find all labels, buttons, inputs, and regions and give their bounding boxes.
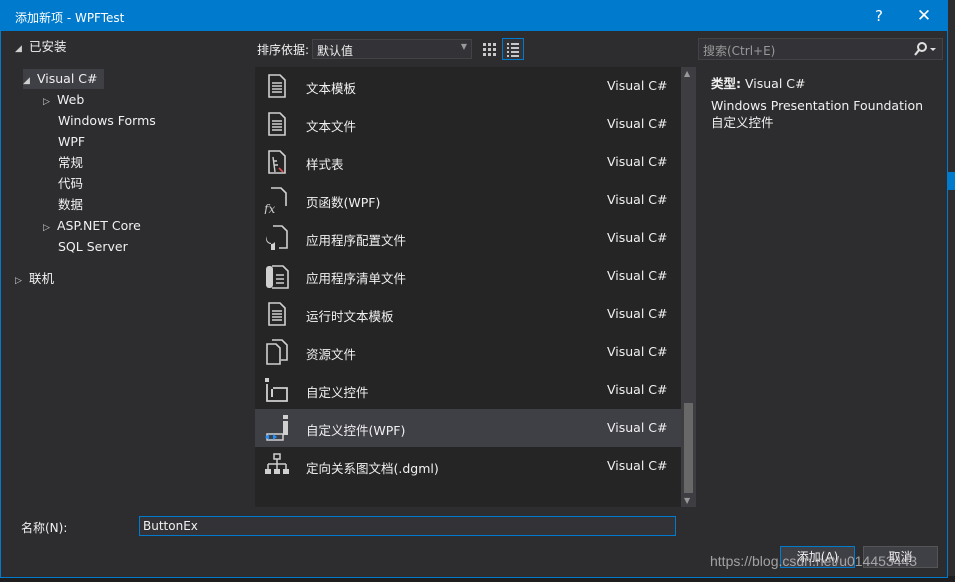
dialog-title: 添加新项 - WPFTest <box>15 11 125 25</box>
page-function-icon: fx <box>263 186 291 216</box>
tree-item-wpf[interactable]: WPF <box>58 132 85 152</box>
resource-file-icon <box>263 338 291 366</box>
details-pane: 类型: Visual C# Windows Presentation Found… <box>703 67 943 507</box>
tree-item-data[interactable]: 数据 <box>58 195 83 215</box>
scroll-up-icon[interactable]: ▲ <box>684 69 690 78</box>
search-icon[interactable] <box>912 40 938 58</box>
tree-item-windows-forms[interactable]: Windows Forms <box>58 111 156 131</box>
collapsed-arrow-icon: ▷ <box>43 97 50 107</box>
list-item[interactable]: 资源文件 Visual C# <box>255 333 681 371</box>
list-item[interactable]: fx 页函数(WPF) Visual C# <box>255 181 681 219</box>
type-value: Visual C# <box>744 76 806 91</box>
template-category-tree: ◢ 已安装 ◢ Visual C# ▷ Web Windows Forms WPF 常… <box>11 35 251 505</box>
sort-by-dropdown[interactable]: 默认值 ▼ <box>312 39 472 59</box>
list-item[interactable]: 样式表 Visual C# <box>255 143 681 181</box>
list-item[interactable]: 运行时文本模板 Visual C# <box>255 295 681 333</box>
list-item[interactable]: 应用程序配置文件 Visual C# <box>255 219 681 257</box>
svg-text:fx: fx <box>263 202 275 214</box>
name-label: 名称(N): <box>21 521 68 535</box>
wpf-custom-control-icon <box>263 414 291 442</box>
type-label: 类型: <box>711 76 741 91</box>
scroll-down-icon[interactable]: ▼ <box>684 496 690 505</box>
name-input[interactable] <box>139 516 676 536</box>
title-bar: 添加新项 - WPFTest ? ✕ <box>1 1 947 31</box>
list-item[interactable]: 文本文件 Visual C# <box>255 105 681 143</box>
custom-control-icon <box>263 376 291 404</box>
grid-view-icon[interactable] <box>478 38 500 60</box>
search-placeholder: 搜索(Ctrl+E) <box>703 44 776 58</box>
collapsed-arrow-icon: ▷ <box>43 223 50 233</box>
config-file-icon <box>263 224 291 252</box>
tree-item-sql-server[interactable]: SQL Server <box>58 237 128 257</box>
list-item[interactable]: 文本模板 Visual C# <box>255 67 681 105</box>
collapsed-arrow-icon: ▷ <box>15 276 22 286</box>
text-file-icon <box>263 110 291 138</box>
list-item[interactable]: 自定义控件 Visual C# <box>255 371 681 409</box>
text-template-icon <box>263 72 291 100</box>
tree-item-web[interactable]: ▷ Web <box>43 90 84 110</box>
tree-item-online[interactable]: ▷ 联机 <box>15 269 54 289</box>
add-new-item-dialog: 添加新项 - WPFTest ? ✕ ◢ 已安装 ◢ Visual C# ▷ Web … <box>0 0 948 578</box>
expanded-arrow-icon: ◢ <box>23 76 30 86</box>
template-list: 文本模板 Visual C# 文本文件 Visual C# 样式表 Visual… <box>255 67 681 507</box>
list-item[interactable]: 应用程序清单文件 Visual C# <box>255 257 681 295</box>
tree-item-code[interactable]: 代码 <box>58 174 83 194</box>
scroll-thumb[interactable] <box>684 403 693 493</box>
tree-item-visual-csharp[interactable]: ◢ Visual C# <box>23 69 104 89</box>
help-button[interactable]: ? <box>865 5 893 27</box>
type-line: 类型: Visual C# <box>711 73 805 92</box>
stylesheet-icon <box>263 148 291 176</box>
background-editor-right <box>947 0 955 582</box>
expanded-arrow-icon: ◢ <box>15 44 22 54</box>
tree-item-aspnet-core[interactable]: ▷ ASP.NET Core <box>43 216 141 236</box>
search-box[interactable]: 搜索(Ctrl+E) <box>698 38 943 60</box>
tree-item-installed[interactable]: ◢ 已安装 <box>15 37 67 57</box>
list-scrollbar[interactable]: ▲ ▼ <box>681 67 696 507</box>
watermark: https://blog.csdn.net/u014453443 <box>710 553 918 569</box>
dgml-icon <box>263 452 291 480</box>
manifest-file-icon <box>263 262 291 290</box>
item-description: Windows Presentation Foundation 自定义控件 <box>711 98 924 130</box>
list-view-icon[interactable] <box>502 38 524 60</box>
tree-item-general[interactable]: 常规 <box>58 153 83 173</box>
list-item-selected[interactable]: 自定义控件(WPF) Visual C# <box>255 409 681 447</box>
dropdown-arrow-icon: ▼ <box>460 42 467 51</box>
sort-by-label: 排序依据: <box>257 43 310 57</box>
close-button[interactable]: ✕ <box>910 5 938 27</box>
sort-by-value: 默认值 <box>317 44 354 58</box>
list-item[interactable]: 定向关系图文档(.dgml) Visual C# <box>255 447 681 485</box>
runtime-template-icon <box>263 300 291 328</box>
